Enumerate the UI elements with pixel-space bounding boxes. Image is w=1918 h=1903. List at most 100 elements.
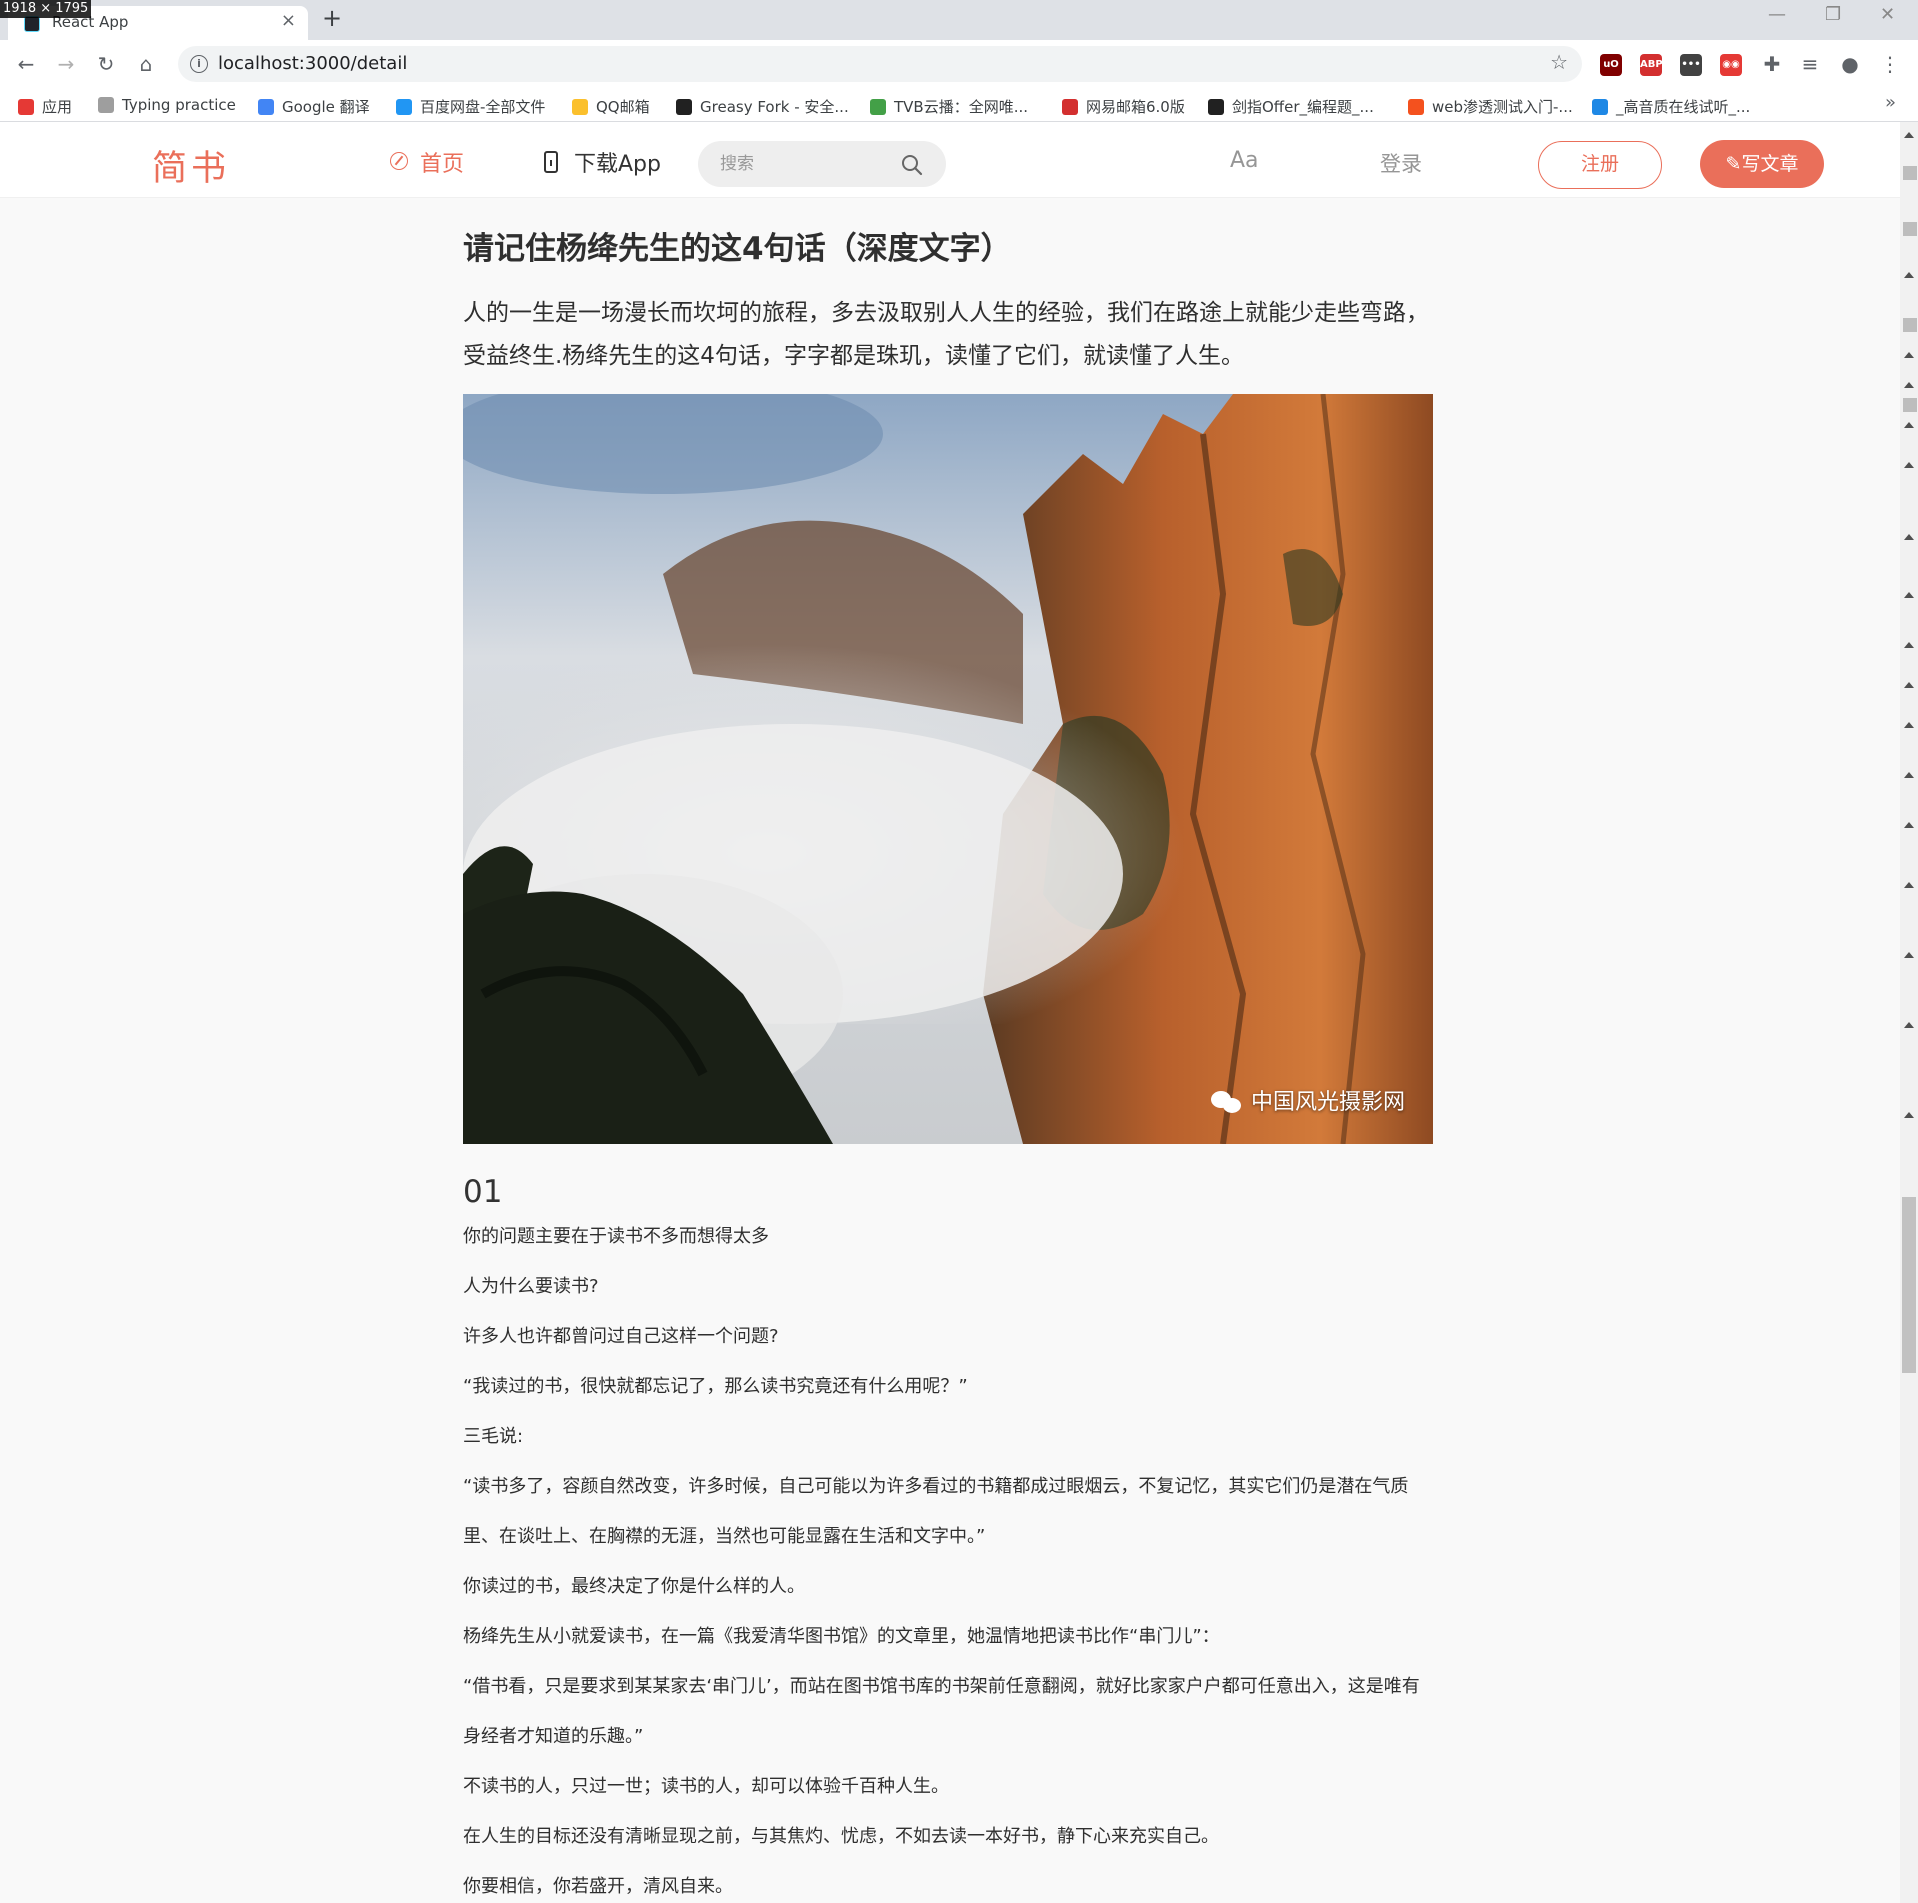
browser-menu-icon[interactable]: ⋮ bbox=[1876, 50, 1904, 78]
article-image: 中国风光摄影网 bbox=[463, 394, 1433, 1144]
react-favicon-icon bbox=[24, 16, 40, 32]
bookmark-item[interactable]: Google 翻译 bbox=[258, 96, 370, 117]
article-paragraph: “我读过的书，很快就都忘记了，那么读书究竟还有什么用呢？” bbox=[463, 1376, 968, 1397]
bookmark-label: Typing practice bbox=[122, 96, 236, 114]
scroll-marker-arrow-icon bbox=[1904, 382, 1914, 388]
article-title: 请记住杨绛先生的这4句话（深度文字） bbox=[463, 231, 1012, 267]
scroll-marker-arrow-icon bbox=[1904, 1112, 1914, 1118]
article-page: 请记住杨绛先生的这4句话（深度文字） 人的一生是一场漫长而坎坷的旅程，多去汲取别… bbox=[0, 198, 1900, 1903]
bookmark-favicon-icon bbox=[1592, 99, 1608, 115]
dots-extension-icon[interactable]: ••• bbox=[1680, 54, 1702, 76]
puzzle-extensions-icon[interactable]: ✚ bbox=[1758, 50, 1786, 78]
bookmark-label: 剑指Offer_编程题_... bbox=[1232, 98, 1374, 116]
article-paragraph: 你要相信，你若盛开，清风自来。 bbox=[463, 1876, 733, 1897]
article-paragraph: 许多人也许都曾问过自己这样一个问题? bbox=[463, 1326, 779, 1347]
close-window-icon[interactable]: ✕ bbox=[1880, 4, 1895, 25]
nav-home-label: 首页 bbox=[420, 152, 465, 177]
scroll-marker-arrow-icon bbox=[1904, 642, 1914, 648]
article-paragraph: 人为什么要读书? bbox=[463, 1276, 599, 1297]
media-queue-icon[interactable]: ≡ bbox=[1796, 50, 1824, 78]
bookmark-item[interactable]: Greasy Fork - 安全... bbox=[676, 96, 849, 117]
bookmark-item[interactable]: 百度网盘-全部文件 bbox=[396, 96, 545, 117]
bookmark-label: _高音质在线试听_... bbox=[1616, 98, 1751, 116]
article-paragraph: 杨绛先生从小就爱读书，在一篇《我爱清华图书馆》的文章里，她温情地把读书比作“串门… bbox=[463, 1626, 1220, 1647]
minimize-window-icon[interactable]: — bbox=[1768, 4, 1786, 25]
bookmark-label: web渗透测试入门-... bbox=[1432, 98, 1573, 116]
bookmark-item[interactable]: 应用 bbox=[18, 96, 72, 117]
search-box bbox=[698, 141, 946, 187]
write-label: 写文章 bbox=[1741, 153, 1799, 175]
bookmark-favicon-icon bbox=[676, 99, 692, 115]
bookmarks-bar: 应用 Typing practice Google 翻译 百度网盘-全部文件 QQ邮箱 G… bbox=[0, 88, 1918, 122]
forward-arrow-icon[interactable]: → bbox=[52, 50, 80, 78]
scroll-marker-arrow-icon bbox=[1904, 682, 1914, 688]
bookmark-star-icon[interactable]: ☆ bbox=[1550, 50, 1568, 74]
scroll-marker bbox=[1903, 398, 1917, 412]
back-arrow-icon[interactable]: ← bbox=[12, 50, 40, 78]
wechat-icon bbox=[1209, 1087, 1245, 1115]
restore-window-icon[interactable]: ❐ bbox=[1825, 4, 1841, 25]
phone-download-icon bbox=[544, 151, 558, 173]
bookmarks-overflow-icon[interactable]: » bbox=[1885, 92, 1896, 113]
article-paragraph: 三毛说: bbox=[463, 1426, 524, 1447]
site-info-icon[interactable]: i bbox=[190, 55, 208, 73]
red-extension-icon[interactable]: ◉◉ bbox=[1720, 54, 1742, 76]
bookmark-item[interactable]: QQ邮箱 bbox=[572, 96, 650, 117]
bookmark-item[interactable]: _高音质在线试听_... bbox=[1592, 96, 1750, 117]
new-tab-button[interactable]: + bbox=[322, 4, 342, 32]
scroll-marker-arrow-icon bbox=[1904, 952, 1914, 958]
scroll-marker-arrow-icon bbox=[1904, 534, 1914, 540]
scroll-marker-arrow-icon bbox=[1904, 422, 1914, 428]
address-bar[interactable]: i localhost:3000/detail ☆ bbox=[178, 46, 1582, 82]
scrollbar-thumb[interactable] bbox=[1902, 1197, 1916, 1373]
login-link[interactable]: 登录 bbox=[1380, 148, 1422, 178]
scroll-marker bbox=[1903, 318, 1917, 332]
ublock-extension-icon[interactable]: uO bbox=[1600, 54, 1622, 76]
bookmark-favicon-icon bbox=[572, 99, 588, 115]
bookmark-label: QQ邮箱 bbox=[596, 98, 650, 116]
article-lead: 人的一生是一场漫长而坎坷的旅程，多去汲取别人人生的经验，我们在路途上就能少走些弯… bbox=[463, 300, 1429, 369]
bookmark-item[interactable]: 网易邮箱6.0版 bbox=[1062, 96, 1185, 117]
bookmark-label: 网易邮箱6.0版 bbox=[1086, 98, 1185, 116]
adblock-plus-extension-icon[interactable]: ABP bbox=[1640, 54, 1663, 76]
site-logo[interactable]: 简书 bbox=[152, 140, 230, 191]
compass-icon bbox=[390, 152, 408, 170]
url-text[interactable]: localhost:3000/detail bbox=[218, 53, 407, 74]
scroll-marker-arrow-icon bbox=[1904, 772, 1914, 778]
reload-icon[interactable]: ↻ bbox=[92, 50, 120, 78]
scroll-marker-arrow-icon bbox=[1904, 722, 1914, 728]
bookmark-item[interactable]: TVB云播：全网唯... bbox=[870, 96, 1028, 117]
mountain-landscape-image bbox=[463, 394, 1433, 1144]
bookmark-item[interactable]: Typing practice bbox=[98, 96, 236, 114]
profile-avatar-icon[interactable]: ● bbox=[1836, 50, 1864, 78]
register-button[interactable]: 注册 bbox=[1538, 141, 1662, 189]
screen-size-badge: 1918 × 1795 bbox=[0, 0, 92, 18]
article-paragraph: 你的问题主要在于读书不多而想得太多 bbox=[463, 1226, 769, 1247]
nav-home-link[interactable]: 首页 bbox=[390, 146, 464, 178]
bookmark-item[interactable]: web渗透测试入门-... bbox=[1408, 96, 1573, 117]
article-paragraph: 不读书的人，只过一世；读书的人，却可以体验千百种人生。 bbox=[463, 1776, 949, 1797]
pen-icon: ✎ bbox=[1725, 153, 1742, 175]
bookmark-item[interactable]: 剑指Offer_编程题_... bbox=[1208, 96, 1374, 117]
page-scrollbar[interactable] bbox=[1900, 122, 1918, 1903]
article-body: 你的问题主要在于读书不多而想得太多 人为什么要读书? 许多人也许都曾问过自己这样一个… bbox=[463, 1212, 1433, 1903]
image-watermark: 中国风光摄影网 bbox=[1209, 1084, 1405, 1116]
browser-tab-strip: React App × + — ❐ ✕ bbox=[0, 0, 1918, 40]
article-paragraph: “读书多了，容颜自然改变，许多时候，自己可能以为许多看过的书籍都成过眼烟云，不复… bbox=[463, 1476, 1409, 1547]
font-size-toggle[interactable]: Aa bbox=[1230, 148, 1259, 173]
tab-close-icon[interactable]: × bbox=[281, 10, 296, 31]
write-article-button[interactable]: ✎写文章 bbox=[1700, 140, 1824, 188]
bookmark-favicon-icon bbox=[396, 99, 412, 115]
scroll-marker-arrow-icon bbox=[1904, 822, 1914, 828]
nav-download-app-link[interactable]: 下载App bbox=[544, 146, 661, 178]
search-input[interactable] bbox=[720, 151, 890, 177]
nav-app-label: 下载App bbox=[574, 152, 661, 177]
browser-toolbar: ← → ↻ ⌂ i localhost:3000/detail ☆ uO ABP… bbox=[0, 40, 1918, 88]
scroll-marker bbox=[1903, 222, 1917, 236]
home-icon[interactable]: ⌂ bbox=[132, 50, 160, 78]
bookmark-favicon-icon bbox=[1062, 99, 1078, 115]
site-header: 简书 首页 下载App Aa 登录 注册 ✎写文章 bbox=[0, 122, 1900, 198]
bookmark-favicon-icon bbox=[1208, 99, 1224, 115]
scroll-marker-arrow-icon bbox=[1904, 132, 1914, 138]
search-icon[interactable] bbox=[900, 153, 924, 177]
